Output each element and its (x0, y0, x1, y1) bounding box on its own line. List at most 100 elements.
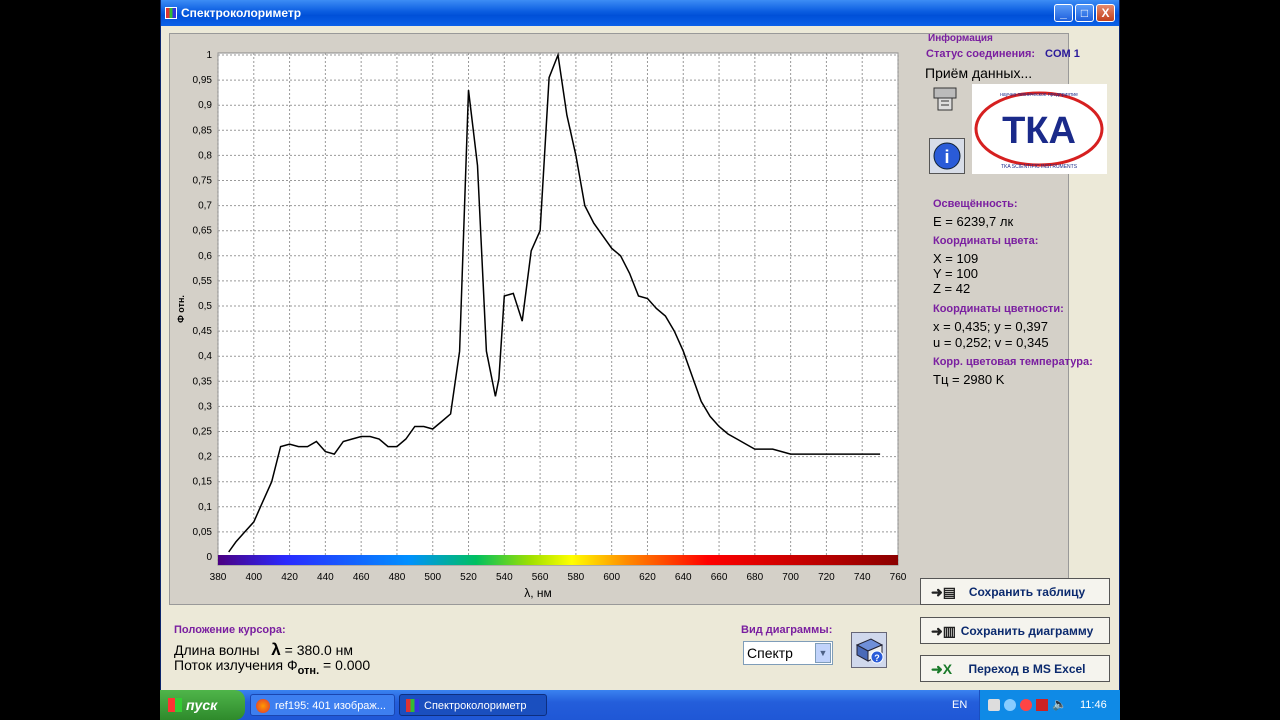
chevron-down-icon[interactable]: ▼ (815, 643, 831, 663)
y-tick-label: 0,65 (193, 226, 213, 237)
x-tick-label: 540 (496, 572, 513, 583)
y-tick-label: 0,5 (198, 301, 212, 312)
flux-label: Поток излучения Ф (174, 657, 298, 673)
coord-x: X = 109 (933, 251, 979, 266)
app-icon-small (406, 699, 419, 712)
diagram-type-label: Вид диаграммы: (741, 624, 833, 636)
cct-value: Tц = 2980 K (933, 372, 1005, 387)
x-tick-label: 380 (210, 572, 227, 583)
y-tick-label: 0,2 (198, 452, 212, 463)
tray-icon[interactable] (1036, 699, 1048, 711)
y-tick-label: 0,4 (198, 351, 212, 362)
x-tick-label: 560 (532, 572, 549, 583)
x-tick-label: 400 (245, 572, 262, 583)
x-tick-label: 660 (711, 572, 728, 583)
window-title: Спектроколориметр (181, 6, 302, 20)
chromaticity-label: Координаты цветности: (933, 303, 1064, 315)
flux-row: Поток излучения Фотн. = 0.000 (174, 657, 370, 677)
y-tick-label: 1 (206, 50, 212, 61)
info-section-title: Информация (928, 33, 993, 44)
windows-logo-icon (168, 698, 182, 712)
y-tick-label: 0,8 (198, 150, 212, 161)
chromaticity-xy: x = 0,435; y = 0,397 (933, 319, 1048, 334)
y-tick-label: 0,35 (193, 376, 213, 387)
x-tick-label: 500 (424, 572, 441, 583)
minimize-button[interactable]: _ (1054, 4, 1073, 22)
app-icon (165, 7, 177, 19)
x-tick-label: 680 (746, 572, 763, 583)
x-tick-label: 480 (389, 572, 406, 583)
company-logo: ТКА научно-техническое предприятие TKA S… (972, 84, 1107, 174)
y-tick-label: 0,6 (198, 251, 212, 262)
x-tick-label: 760 (890, 572, 907, 583)
clock: 11:46 (1080, 699, 1107, 711)
x-tick-label: 460 (353, 572, 370, 583)
tray-icon[interactable] (1004, 699, 1016, 711)
y-tick-label: 0,9 (198, 100, 212, 111)
tray-icon[interactable] (988, 699, 1000, 711)
excel-button[interactable]: ➜X Переход в MS Excel (920, 655, 1110, 682)
firefox-icon (256, 699, 270, 713)
taskbar-item-browser[interactable]: ref195: 401 изображ... (250, 694, 395, 716)
taskbar: пуск ref195: 401 изображ... Спектроколор… (160, 690, 1120, 720)
y-tick-label: 0,95 (193, 75, 213, 86)
receiving-status: Приём данных... (925, 65, 1033, 81)
logo-text: ТКА (1002, 110, 1076, 152)
color-coords-label: Координаты цвета: (933, 235, 1039, 247)
flux-subscript: отн. (297, 664, 320, 677)
y-tick-label: 0,3 (198, 401, 212, 412)
y-tick-label: 0,85 (193, 125, 213, 136)
help-book-icon[interactable]: ? (851, 632, 887, 668)
x-tick-label: 640 (675, 572, 692, 583)
logo-bottom-text: TKA SCIENTIFIC INSTRUMENTS (1001, 164, 1078, 170)
x-tick-label: 520 (460, 572, 477, 583)
spectrum-color-bar (218, 555, 898, 565)
y-tick-label: 0,05 (193, 527, 213, 538)
wavelength-label: Длина волны (174, 642, 260, 658)
close-button[interactable]: X (1096, 4, 1115, 22)
x-tick-label: 740 (854, 572, 871, 583)
tray-icon[interactable] (1020, 699, 1032, 711)
flux-value: = 0.000 (323, 657, 371, 673)
save-table-button[interactable]: ➜▤ Сохранить таблицу (920, 578, 1110, 605)
illuminance-value: E = 6239,7 лк (933, 214, 1014, 229)
x-tick-label: 620 (639, 572, 656, 583)
x-tick-label: 440 (317, 572, 334, 583)
language-indicator[interactable]: EN (952, 699, 967, 711)
status-label: Статус соединения: (926, 48, 1036, 60)
start-button[interactable]: пуск (160, 690, 245, 720)
x-axis-label: λ, нм (524, 586, 552, 600)
x-tick-label: 600 (603, 572, 620, 583)
save-diagram-button[interactable]: ➜▥ Сохранить диаграмму (920, 617, 1110, 644)
diagram-type-value: Спектр (747, 645, 793, 661)
y-tick-label: 0,7 (198, 201, 212, 212)
maximize-button[interactable]: □ (1075, 4, 1094, 22)
chromaticity-uv: u = 0,252; v = 0,345 (933, 335, 1049, 350)
y-tick-label: 0,55 (193, 276, 213, 287)
taskbar-item-app[interactable]: Спектроколориметр (399, 694, 547, 716)
x-tick-label: 580 (568, 572, 585, 583)
volume-icon[interactable]: 🔈 (1052, 697, 1067, 711)
wavelength-value: = 380.0 нм (284, 642, 353, 658)
device-icon (931, 86, 959, 112)
info-button-icon[interactable]: i (929, 138, 965, 174)
x-tick-label: 420 (281, 572, 298, 583)
y-axis-label: Ф отн. (176, 295, 186, 323)
cursor-title: Положение курсора: (174, 624, 286, 636)
y-tick-label: 0,1 (198, 502, 212, 513)
y-tick-label: 0,25 (193, 427, 213, 438)
system-tray: 🔈 11:46 (979, 690, 1120, 720)
logo-top-text: научно-техническое предприятие (1000, 92, 1078, 98)
svg-text:?: ? (874, 653, 880, 663)
y-tick-label: 0,75 (193, 176, 213, 187)
app-window: Спектроколориметр _ □ X 0 0,05 0,1 0,15 … (160, 0, 1120, 690)
diagram-type-select[interactable]: Спектр ▼ (743, 641, 833, 665)
status-value: COM 1 (1045, 48, 1080, 60)
title-bar[interactable]: Спектроколориметр _ □ X (161, 0, 1119, 26)
y-tick-label: 0,45 (193, 326, 213, 337)
y-tick-label: 0 (206, 552, 212, 563)
cct-label: Корр. цветовая температура: (933, 356, 1093, 368)
x-tick-label: 720 (818, 572, 835, 583)
coord-y: Y = 100 (933, 266, 978, 281)
start-label: пуск (186, 697, 218, 713)
